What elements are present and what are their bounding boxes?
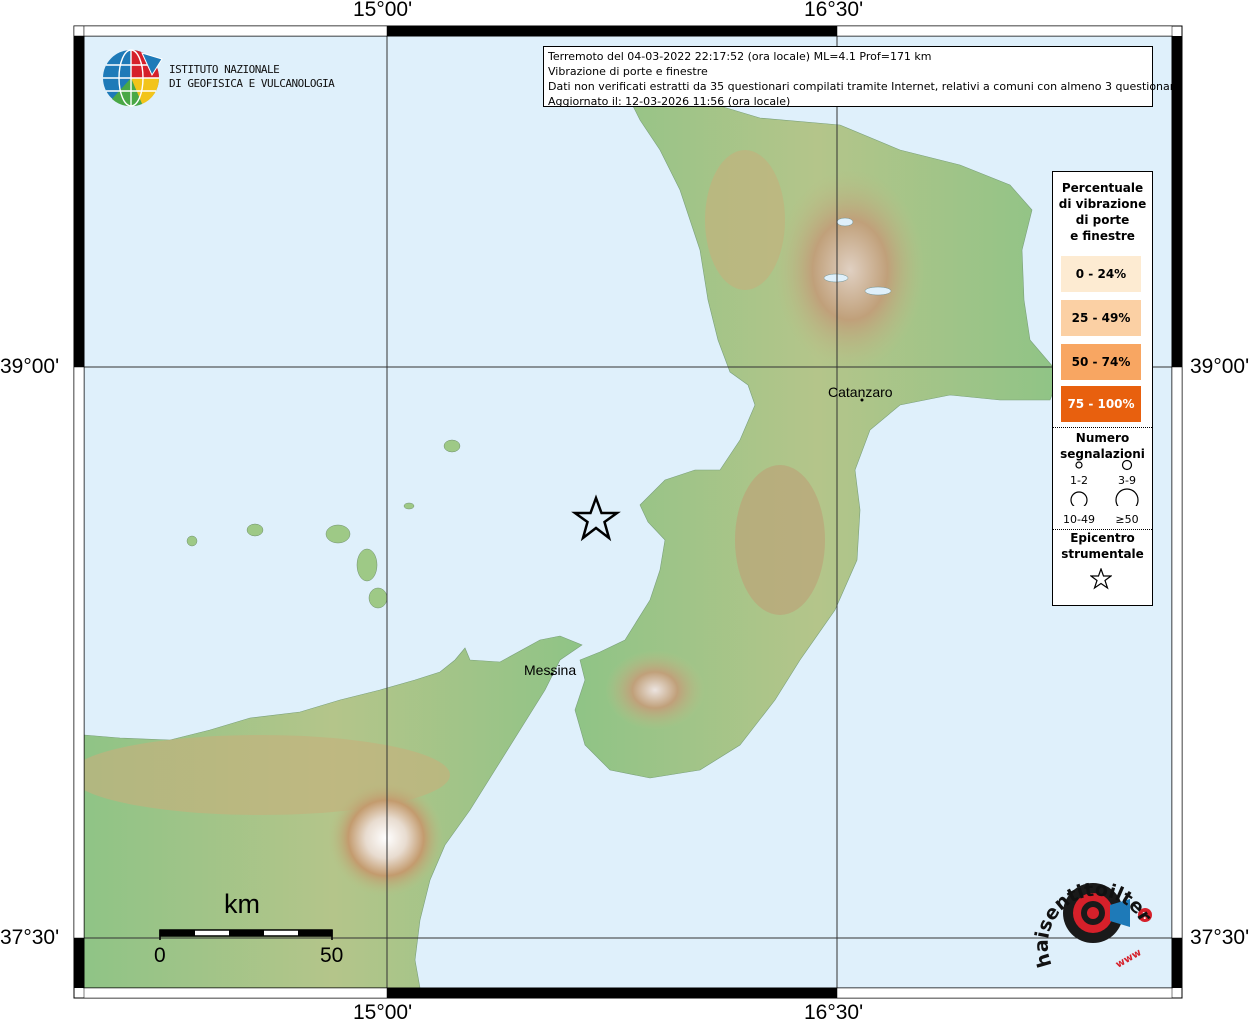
data-disclaimer: Dati non verificati estratti da 35 quest… (548, 80, 1181, 93)
city-label-messina: Messina (524, 662, 577, 678)
island-vulcano (368, 587, 388, 609)
legend-title: Percentuale di vibrazione di porte e fin… (1053, 180, 1152, 244)
count-class-label: ≥50 (1115, 513, 1139, 526)
legend-title-line: e finestre (1070, 229, 1135, 243)
legend-class-3: 75 - 100% (1061, 386, 1141, 422)
map-subject: Vibrazione di porte e finestre (548, 65, 708, 78)
scale-zero: 0 (154, 944, 166, 967)
count-class-label: 10-49 (1063, 513, 1095, 526)
legend-class-0: 0 - 24% (1061, 256, 1141, 292)
legend-title-line: di vibrazione (1058, 197, 1147, 211)
legend-divider (1053, 427, 1152, 428)
ingv-name: ISTITUTO NAZIONALE DI GEOFISICA E VULCAN… (169, 63, 335, 91)
count-circle-large-icon (1070, 491, 1088, 506)
lon-label-bottom-left: 15°00' (353, 1001, 413, 1024)
count-circle-xlarge-icon (1115, 488, 1139, 506)
legend-class-1: 25 - 49% (1061, 300, 1141, 336)
serre-range (735, 465, 825, 615)
island-panarea (403, 502, 415, 510)
epicenter-star-icon (1090, 568, 1112, 590)
island-lipari (356, 548, 378, 582)
island-stromboli (443, 439, 461, 453)
legend-class-2: 50 - 74% (1061, 344, 1141, 380)
epicenter-title-line: Epicentro (1070, 531, 1135, 545)
lon-label-top-left: 15°00' (353, 0, 413, 21)
count-circle-medium-icon (1121, 459, 1133, 471)
aspromonte (605, 650, 705, 730)
island-salina (325, 524, 351, 544)
epicenter-title: Epicentro strumentale (1053, 530, 1152, 562)
city-label-catanzaro: Catanzaro (828, 384, 893, 400)
etna-volcano (328, 780, 444, 896)
lake (836, 217, 854, 227)
event-info-box: Terremoto del 04-03-2022 22:17:52 (ora l… (543, 46, 1181, 108)
legend-panel: Percentuale di vibrazione di porte e fin… (1052, 171, 1153, 606)
coastal-range (705, 150, 785, 290)
lat-label-right-bottom: 37°30' (1190, 926, 1250, 949)
island-filicudi (246, 523, 264, 537)
sila-plateau (775, 170, 925, 370)
lon-label-top-right: 16°30' (804, 0, 864, 21)
lat-label-left-bottom: 37°30' (0, 926, 60, 949)
ingv-name-line1: ISTITUTO NAZIONALE (169, 63, 280, 76)
haisentito-logo-icon: ? haisentitoilterremoto.it www (1030, 855, 1156, 971)
count-circle-small-icon (1075, 461, 1083, 469)
lat-label-right-top: 39°00' (1190, 355, 1250, 378)
legend-title-line: Percentuale (1061, 181, 1144, 195)
count-class-label: 3-9 (1118, 474, 1136, 487)
watermark-url: www (1114, 947, 1144, 970)
lake (864, 286, 892, 296)
legend-title-line: di porte (1075, 213, 1130, 227)
event-summary: Terremoto del 04-03-2022 22:17:52 (ora l… (548, 50, 932, 63)
lake (823, 273, 849, 283)
count-title-line: Numero (1075, 431, 1130, 445)
epicenter-title-line: strumentale (1061, 547, 1144, 561)
island-alicudi (186, 535, 198, 547)
scale-unit: km (224, 889, 260, 919)
scale-max: 50 (320, 944, 344, 967)
lon-label-bottom-right: 16°30' (804, 1001, 864, 1024)
ingv-logo-icon (103, 49, 163, 107)
ingv-name-line2: DI GEOFISICA E VULCANOLOGIA (169, 77, 335, 90)
count-class-label: 1-2 (1070, 474, 1088, 487)
update-timestamp: Aggiornato il: 12-03-2026 11:56 (ora loc… (548, 95, 791, 108)
lat-label-left-top: 39°00' (0, 355, 60, 378)
